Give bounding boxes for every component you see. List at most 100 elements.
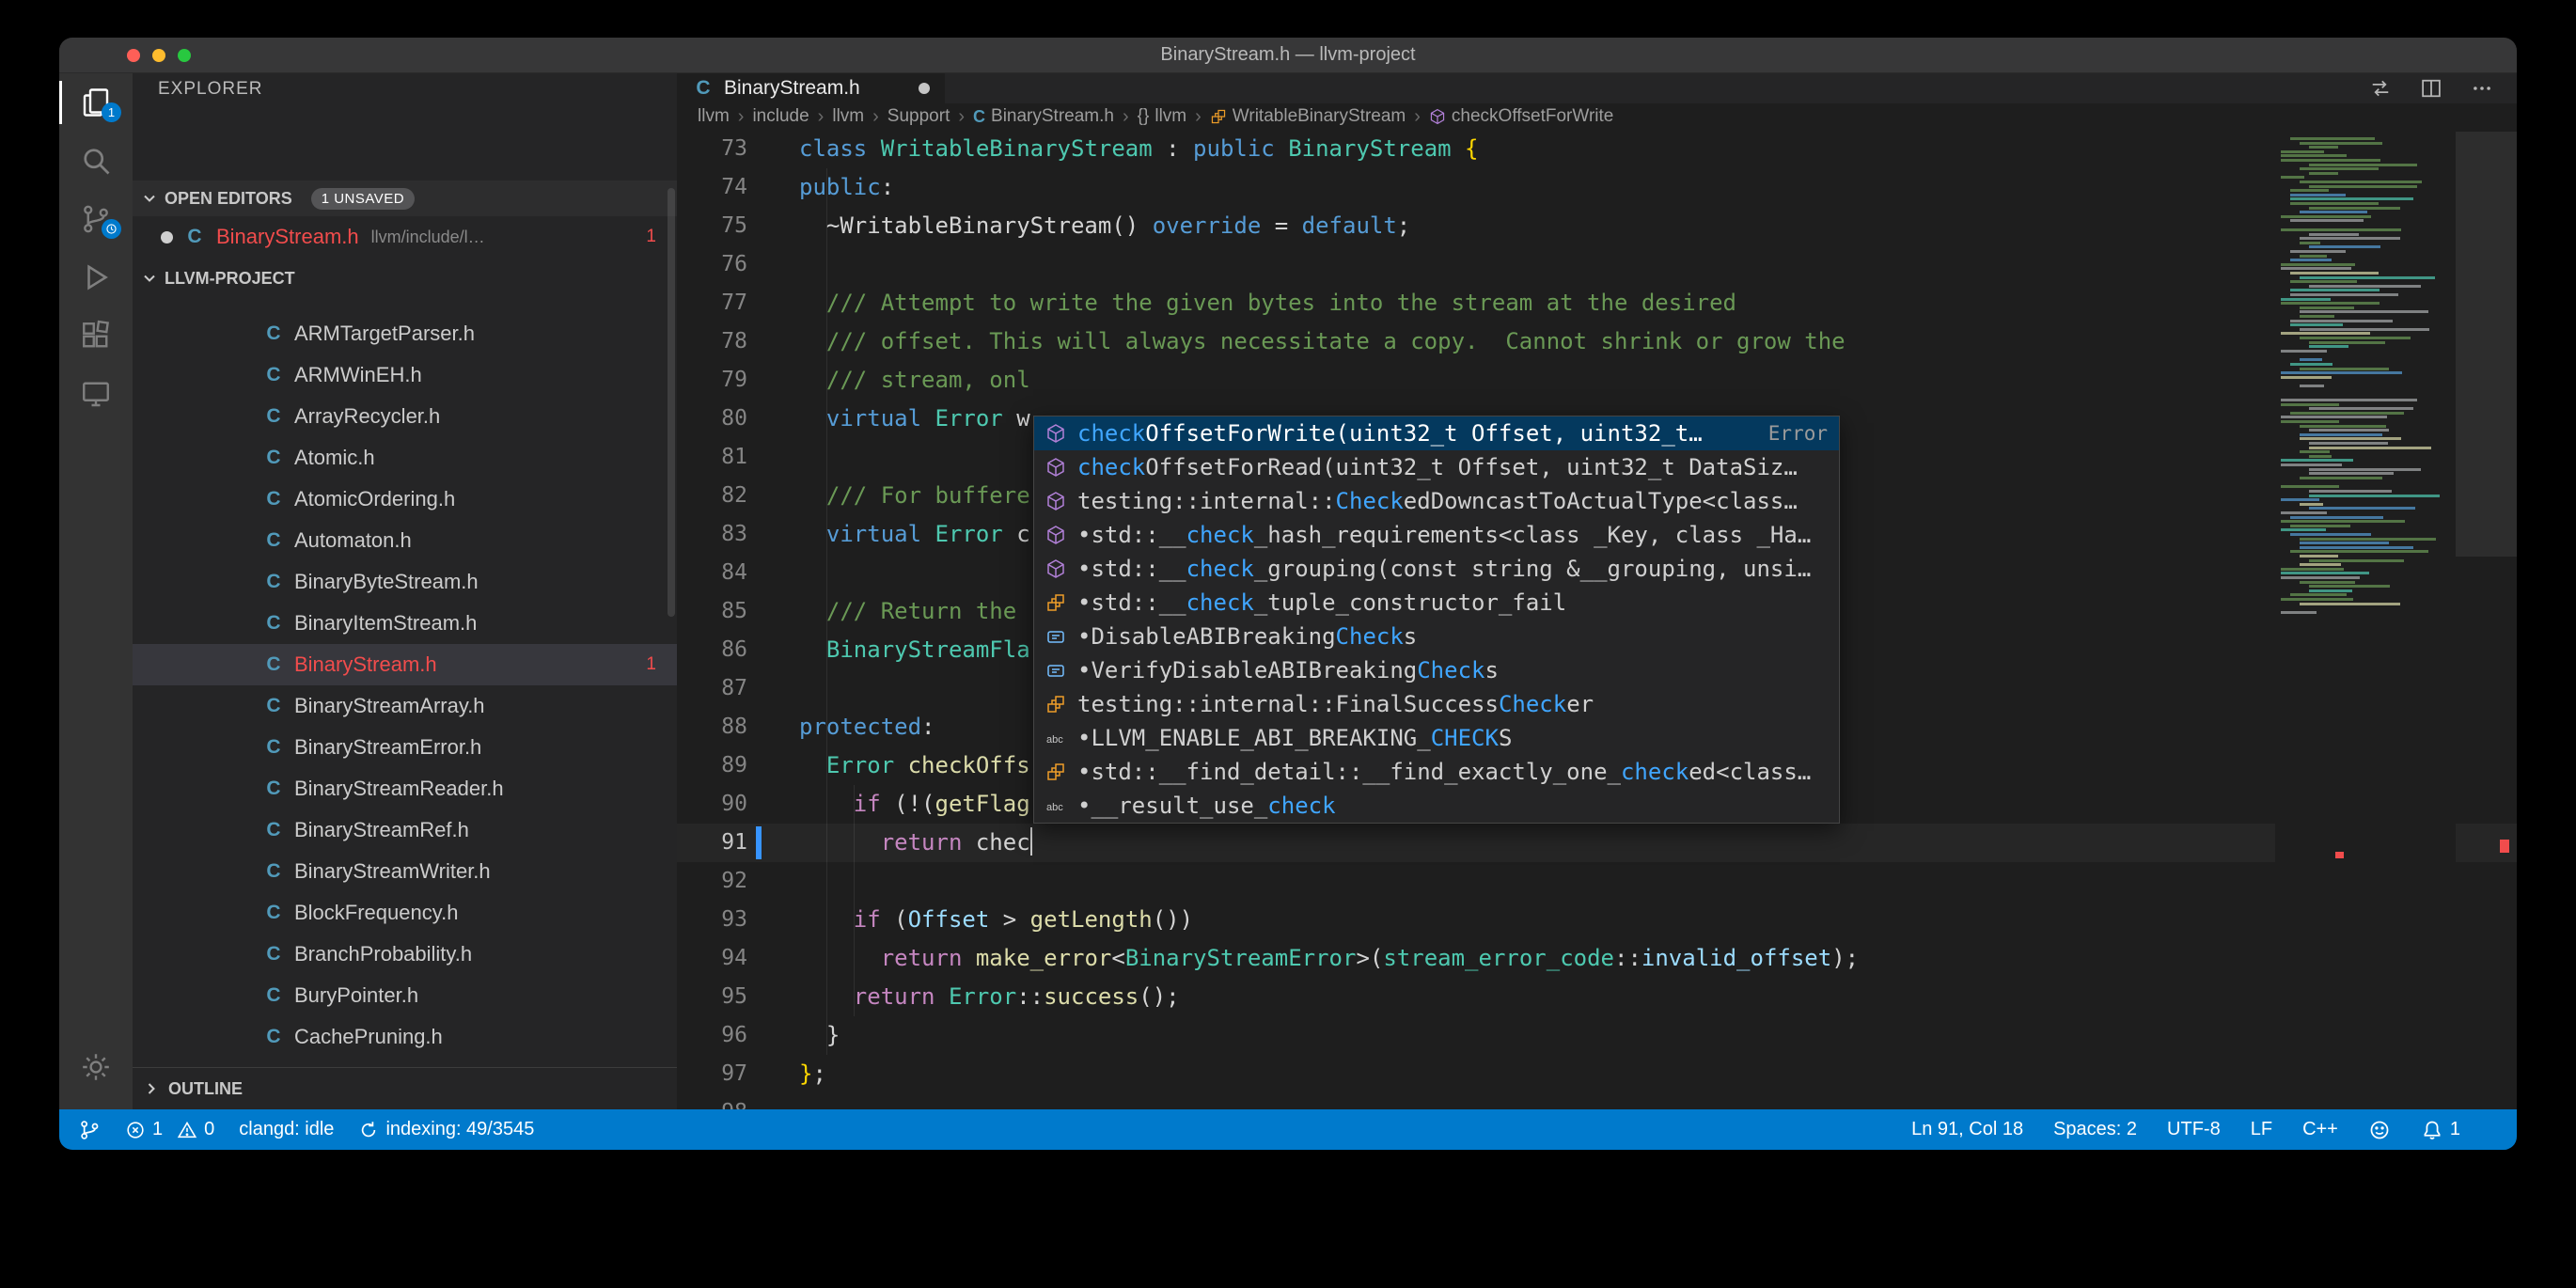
file-item-AtomicOrdering.h[interactable]: CAtomicOrdering.h — [133, 479, 677, 520]
file-item-ArrayRecycler.h[interactable]: CArrayRecycler.h — [133, 396, 677, 437]
eol-sequence[interactable]: LF — [2251, 1119, 2272, 1140]
explorer-activity-button[interactable]: 1 — [59, 73, 133, 132]
clangd-status[interactable]: clangd: idle — [239, 1119, 334, 1140]
project-header[interactable]: LLVM-PROJECT — [133, 259, 677, 297]
file-item-BinaryByteStream.h[interactable]: CBinaryByteStream.h — [133, 561, 677, 603]
minimap-line — [2300, 581, 2355, 584]
source-control-activity-button[interactable] — [59, 190, 133, 248]
code-line-95[interactable]: 95 return Error::success(); — [677, 978, 2517, 1016]
file-item-BlockFrequency.h[interactable]: CBlockFrequency.h — [133, 892, 677, 934]
suggest-item--__result_use_check[interactable]: abc•__result_use_check — [1034, 789, 1839, 823]
code-line-77[interactable]: 77 /// Attempt to write the given bytes … — [677, 284, 2517, 322]
file-item-CachePruning.h[interactable]: CCachePruning.h — [133, 1016, 677, 1058]
remote-explorer-activity-button[interactable] — [59, 365, 133, 423]
code-line-94[interactable]: 94 return make_error<BinaryStreamError>(… — [677, 939, 2517, 978]
line-number: 74 — [677, 168, 747, 207]
code-line-76[interactable]: 76 — [677, 245, 2517, 284]
editor-scrollbar[interactable] — [2456, 130, 2517, 1109]
indexing-status[interactable]: indexing: 49/3545 — [358, 1119, 534, 1140]
code-line-98[interactable]: 98 — [677, 1093, 2517, 1109]
code-line-97[interactable]: 97}; — [677, 1055, 2517, 1093]
file-item-BranchProbability.h[interactable]: CBranchProbability.h — [133, 934, 677, 975]
window-controls — [127, 38, 191, 72]
code-line-96[interactable]: 96 } — [677, 1016, 2517, 1055]
code-line-75[interactable]: 75 ~WritableBinaryStream() override = de… — [677, 207, 2517, 245]
file-item-BinaryStreamArray.h[interactable]: CBinaryStreamArray.h — [133, 685, 677, 727]
language-mode[interactable]: C++ — [2302, 1119, 2338, 1140]
file-name: BinaryStreamReader.h — [294, 777, 504, 801]
tab-binarystream[interactable]: C BinaryStream.h — [677, 73, 945, 103]
file-item-BinaryItemStream.h[interactable]: CBinaryItemStream.h — [133, 603, 677, 644]
suggest-item--std-__check_tuple_constructor_fail[interactable]: •std::__check_tuple_constructor_fail — [1034, 586, 1839, 620]
suggest-item--std-__check_grouping-const-string-__gro[interactable]: •std::__check_grouping(const string &__g… — [1034, 552, 1839, 586]
code-line-93[interactable]: 93 if (Offset > getLength()) — [677, 901, 2517, 939]
c-file-icon: C — [262, 695, 285, 717]
file-item-Automaton.h[interactable]: CAutomaton.h — [133, 520, 677, 561]
close-button[interactable] — [127, 49, 140, 62]
split-editor-icon[interactable] — [2419, 76, 2443, 101]
suggest-item-testing-internal-CheckedDowncastToActual[interactable]: testing::internal::CheckedDowncastToActu… — [1034, 484, 1839, 518]
file-item-BinaryStreamWriter.h[interactable]: CBinaryStreamWriter.h — [133, 851, 677, 892]
minimap-line — [2309, 233, 2359, 236]
minimap-line — [2290, 516, 2383, 519]
method-icon — [1429, 108, 1446, 125]
open-editor-item[interactable]: C BinaryStream.h llvm/include/l… 1 — [133, 216, 677, 258]
breadcrumb-item-llvm[interactable]: llvm — [832, 106, 864, 127]
suggest-item--std-__find_detail-__find_exactly_one_ch[interactable]: •std::__find_detail::__find_exactly_one_… — [1034, 755, 1839, 789]
minimap-line — [2309, 345, 2348, 348]
code-line-78[interactable]: 78 /// offset. This will always necessit… — [677, 322, 2517, 361]
breadcrumb-item-WritableBinaryStream[interactable]: WritableBinaryStream — [1210, 106, 1406, 127]
cursor-position[interactable]: Ln 91, Col 18 — [1911, 1119, 2023, 1140]
suggest-item--std-__check_hash_requirements-class-_Ke[interactable]: •std::__check_hash_requirements<class _K… — [1034, 518, 1839, 552]
suggest-item-checkOffsetForWrite-uint32_t-Offset-uint[interactable]: checkOffsetForWrite(uint32_t Offset, uin… — [1034, 416, 1839, 450]
breadcrumb-item-checkOffsetForWrite[interactable]: checkOffsetForWrite — [1429, 106, 1613, 127]
branch-item[interactable] — [78, 1119, 101, 1141]
settings-button[interactable] — [59, 1038, 133, 1096]
minimap[interactable] — [2275, 130, 2456, 1109]
file-item-Atomic.h[interactable]: CAtomic.h — [133, 437, 677, 479]
code-line-92[interactable]: 92 — [677, 862, 2517, 901]
file-item-BinaryStreamRef.h[interactable]: CBinaryStreamRef.h — [133, 809, 677, 851]
run-debug-activity-button[interactable] — [59, 248, 133, 306]
code-line-74[interactable]: 74public: — [677, 168, 2517, 207]
code-line-91[interactable]: 91 return chec — [677, 824, 2517, 862]
file-item-BinaryStreamReader.h[interactable]: CBinaryStreamReader.h — [133, 768, 677, 809]
file-item-BinaryStreamError.h[interactable]: CBinaryStreamError.h — [133, 727, 677, 768]
problems-item[interactable]: 1 0 — [125, 1119, 214, 1140]
suggest-item--DisableABIBreakingChecks[interactable]: •DisableABIBreakingChecks — [1034, 620, 1839, 653]
search-activity-button[interactable] — [59, 132, 133, 190]
suggest-item--LLVM_ENABLE_ABI_BREAKING_CHECKS[interactable]: abc•LLVM_ENABLE_ABI_BREAKING_CHECKS — [1034, 721, 1839, 755]
line-number: 91 — [677, 824, 747, 862]
feedback-item[interactable] — [2368, 1119, 2391, 1141]
code-line-73[interactable]: 73class WritableBinaryStream : public Bi… — [677, 130, 2517, 168]
breadcrumb-item-include[interactable]: include — [752, 106, 809, 127]
outline-section[interactable]: OUTLINE — [133, 1067, 677, 1109]
suggest-item-testing-internal-FinalSuccessChecker[interactable]: testing::internal::FinalSuccessChecker — [1034, 687, 1839, 721]
file-item-BuryPointer.h[interactable]: CBuryPointer.h — [133, 975, 677, 1016]
open-changes-icon[interactable] — [2368, 76, 2393, 101]
sidebar-scrollbar[interactable] — [668, 188, 675, 617]
zoom-button[interactable] — [178, 49, 191, 62]
breadcrumb-item-BinaryStream.h[interactable]: CBinaryStream.h — [973, 106, 1114, 127]
file-item-BinaryStream.h[interactable]: CBinaryStream.h1 — [133, 644, 677, 685]
minimap-line — [2309, 341, 2385, 344]
encoding[interactable]: UTF-8 — [2167, 1119, 2221, 1140]
modified-dot-icon[interactable] — [919, 83, 930, 94]
suggest-item--VerifyDisableABIBreakingChecks[interactable]: •VerifyDisableABIBreakingChecks — [1034, 653, 1839, 687]
file-item-ARMWinEH.h[interactable]: CARMWinEH.h — [133, 354, 677, 396]
notifications-item[interactable]: 1 — [2421, 1119, 2460, 1141]
minimize-button[interactable] — [152, 49, 165, 62]
title-bar[interactable]: BinaryStream.h — llvm-project — [59, 38, 2517, 73]
breadcrumb-item-llvm[interactable]: llvm — [698, 106, 730, 127]
scrollbar-slider[interactable] — [2456, 132, 2517, 557]
extensions-activity-button[interactable] — [59, 306, 133, 365]
suggest-item-checkOffsetForRead-uint32_t-Offset-uint3[interactable]: checkOffsetForRead(uint32_t Offset, uint… — [1034, 450, 1839, 484]
file-item-ARMTargetParser.h[interactable]: CARMTargetParser.h — [133, 313, 677, 354]
breadcrumb-item-llvm[interactable]: {}llvm — [1138, 106, 1186, 127]
open-editors-header[interactable]: OPEN EDITORS 1 UNSAVED — [133, 181, 677, 216]
code-line-79[interactable]: 79 /// stream, onl — [677, 361, 2517, 400]
minimap-line — [2281, 416, 2387, 418]
more-actions-icon[interactable] — [2470, 76, 2494, 101]
indentation[interactable]: Spaces: 2 — [2053, 1119, 2137, 1140]
breadcrumb-item-Support[interactable]: Support — [887, 106, 950, 127]
